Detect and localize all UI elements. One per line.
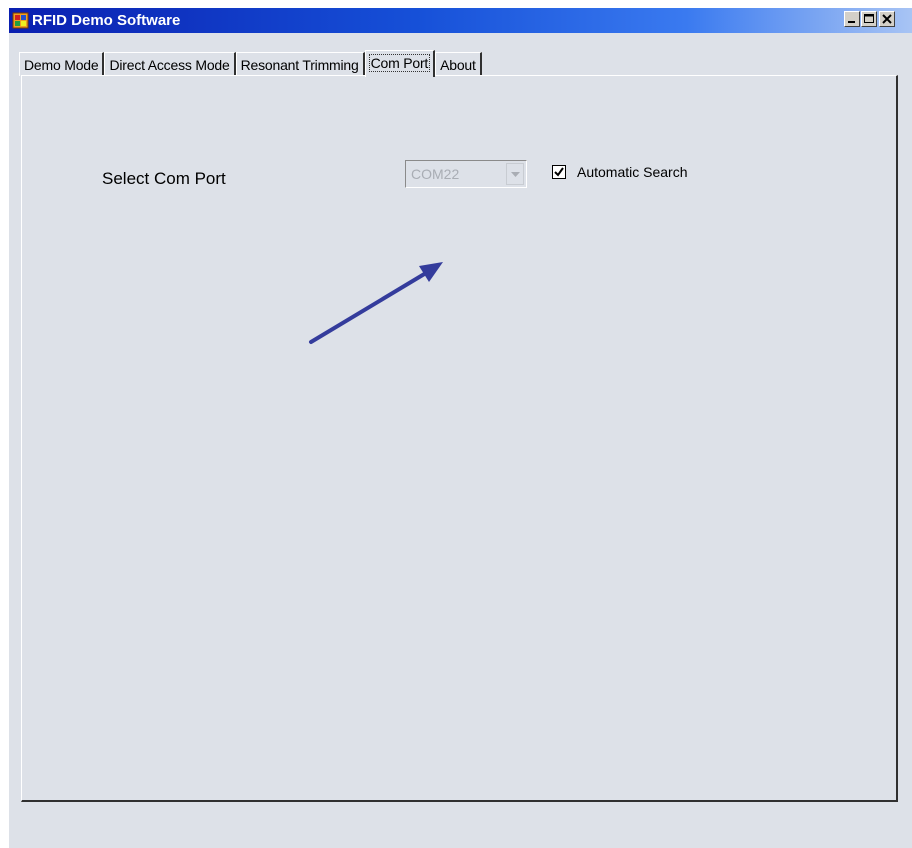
title-bar[interactable]: RFID Demo Software bbox=[9, 8, 912, 33]
com-port-panel: Select Com Port COM22 Automatic Search bbox=[21, 75, 898, 802]
arrow-annotation-icon bbox=[309, 262, 443, 344]
chevron-down-icon bbox=[511, 172, 520, 177]
close-button[interactable] bbox=[879, 11, 895, 27]
com-port-select[interactable]: COM22 bbox=[405, 160, 527, 188]
tab-direct-access-mode[interactable]: Direct Access Mode bbox=[104, 52, 236, 76]
tab-demo-mode[interactable]: Demo Mode bbox=[19, 52, 105, 76]
close-icon bbox=[882, 14, 892, 24]
checkmark-icon bbox=[554, 167, 564, 177]
tab-about[interactable]: About bbox=[435, 52, 482, 76]
maximize-icon bbox=[864, 14, 874, 23]
com-port-dropdown-button[interactable] bbox=[506, 163, 524, 185]
com-port-value: COM22 bbox=[411, 166, 460, 182]
tab-resonant-trimming[interactable]: Resonant Trimming bbox=[235, 52, 365, 76]
app-icon bbox=[12, 12, 29, 29]
window-title: RFID Demo Software bbox=[32, 12, 181, 29]
tab-com-port-label: Com Port bbox=[368, 54, 431, 72]
tab-strip: Demo Mode Direct Access Mode Resonant Tr… bbox=[19, 48, 482, 77]
automatic-search-label: Automatic Search bbox=[577, 164, 688, 180]
maximize-button[interactable] bbox=[861, 11, 877, 27]
tab-com-port[interactable]: Com Port bbox=[364, 50, 436, 77]
minimize-icon bbox=[848, 21, 855, 23]
app-window: RFID Demo Software Demo Mode Direct Acce… bbox=[9, 8, 912, 848]
automatic-search-checkbox[interactable] bbox=[552, 165, 566, 179]
select-com-port-label: Select Com Port bbox=[102, 169, 226, 188]
minimize-button[interactable] bbox=[844, 11, 860, 27]
